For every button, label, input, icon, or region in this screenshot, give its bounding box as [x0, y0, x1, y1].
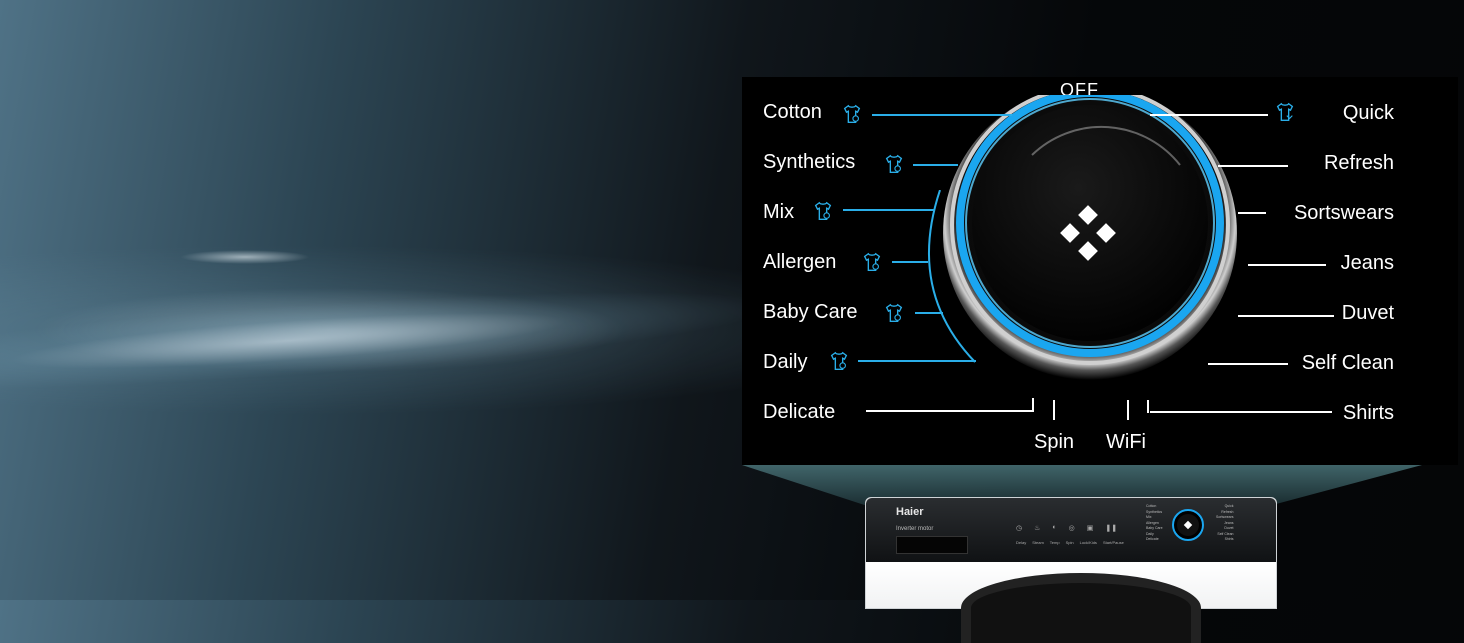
- connector-sortswears: [1238, 212, 1266, 214]
- tshirt-icon: [828, 350, 850, 372]
- connector-wifi: [1127, 400, 1129, 420]
- connector-synthetics: [913, 164, 958, 166]
- program-wifi[interactable]: WiFi: [1106, 430, 1146, 454]
- tshirt-icon: [812, 200, 834, 222]
- spin-icon: ◎: [1068, 525, 1075, 532]
- connector-cotton: [872, 114, 1012, 116]
- machine-button-delay[interactable]: Delay: [1016, 540, 1026, 545]
- tshirt-icon: [1274, 101, 1296, 123]
- program-quick[interactable]: Quick: [1343, 101, 1394, 125]
- dial-graphic: [943, 85, 1237, 380]
- program-daily[interactable]: Daily: [763, 350, 807, 374]
- program-synthetics[interactable]: Synthetics: [763, 150, 855, 174]
- machine-button-temp[interactable]: Temp: [1050, 540, 1060, 545]
- program-dial-knob[interactable]: [940, 85, 1240, 385]
- connector-quick: [1150, 114, 1268, 116]
- start-pause-icon: ❚❚: [1105, 525, 1118, 532]
- mini-program-list-left: Cotton Synthetics Mix Allergen Baby Care…: [1146, 504, 1163, 541]
- mini-dial-icon: [1172, 509, 1204, 541]
- program-sortswears[interactable]: Sortswears: [1294, 201, 1394, 225]
- machine-button-lock[interactable]: Lock/Kids: [1080, 540, 1097, 545]
- machine-display: [896, 536, 968, 554]
- background-light-streak: [0, 271, 782, 399]
- program-duvet[interactable]: Duvet: [1342, 301, 1394, 325]
- machine-button-spin[interactable]: Spin: [1066, 540, 1074, 545]
- connector-selfclean: [1208, 363, 1288, 365]
- mini-program-list-right: Quick Refresh Sortswears Jeans Duvet Sel…: [1216, 504, 1234, 541]
- inverter-badge: Inverter motor: [896, 526, 934, 532]
- connector-jeans: [1248, 264, 1326, 266]
- program-jeans[interactable]: Jeans: [1341, 251, 1394, 275]
- temp-icon: ◐: [1052, 524, 1057, 531]
- program-cotton[interactable]: Cotton: [763, 100, 822, 124]
- connector-spin: [1053, 400, 1055, 420]
- background-glint: [180, 250, 310, 264]
- tshirt-icon: [883, 153, 905, 175]
- program-delicate[interactable]: Delicate: [763, 400, 835, 424]
- steam-icon: ♨: [1034, 525, 1041, 532]
- program-mix[interactable]: Mix: [763, 200, 794, 224]
- program-refresh[interactable]: Refresh: [1324, 151, 1394, 175]
- washing-machine: Haier Inverter motor ◷ ♨ ◐ ◎ ▣ ❚❚ Delay …: [865, 497, 1277, 643]
- lock-icon: ▣: [1086, 525, 1094, 532]
- tshirt-icon: [861, 251, 883, 273]
- machine-button-start[interactable]: Start/Pause: [1103, 540, 1124, 545]
- tshirt-icon: [883, 302, 905, 324]
- machine-button-icons: ◷ ♨ ◐ ◎ ▣ ❚❚: [1016, 524, 1117, 532]
- connector-refresh: [1218, 165, 1288, 167]
- machine-button-steam[interactable]: Steam: [1032, 540, 1044, 545]
- program-shirts[interactable]: Shirts: [1343, 401, 1394, 425]
- connector-delicate: [866, 410, 1034, 412]
- delay-icon: ◷: [1016, 525, 1023, 532]
- connector-shirts-tick: [1147, 400, 1149, 413]
- program-baby-care[interactable]: Baby Care: [763, 300, 858, 324]
- connector-delicate-tick: [1032, 398, 1034, 412]
- left-bracket-curve: [928, 190, 976, 363]
- connector-duvet: [1238, 315, 1334, 317]
- program-self-clean[interactable]: Self Clean: [1302, 351, 1394, 375]
- machine-control-panel: Haier Inverter motor ◷ ♨ ◐ ◎ ▣ ❚❚ Delay …: [866, 498, 1276, 562]
- machine-button-labels: Delay Steam Temp Spin Lock/Kids Start/Pa…: [1016, 540, 1124, 545]
- brand-logo: Haier: [896, 506, 924, 518]
- connector-shirts: [1150, 411, 1332, 413]
- tshirt-icon: [841, 103, 863, 125]
- machine-door[interactable]: [961, 573, 1201, 643]
- program-allergen[interactable]: Allergen: [763, 250, 836, 274]
- program-spin[interactable]: Spin: [1034, 430, 1074, 454]
